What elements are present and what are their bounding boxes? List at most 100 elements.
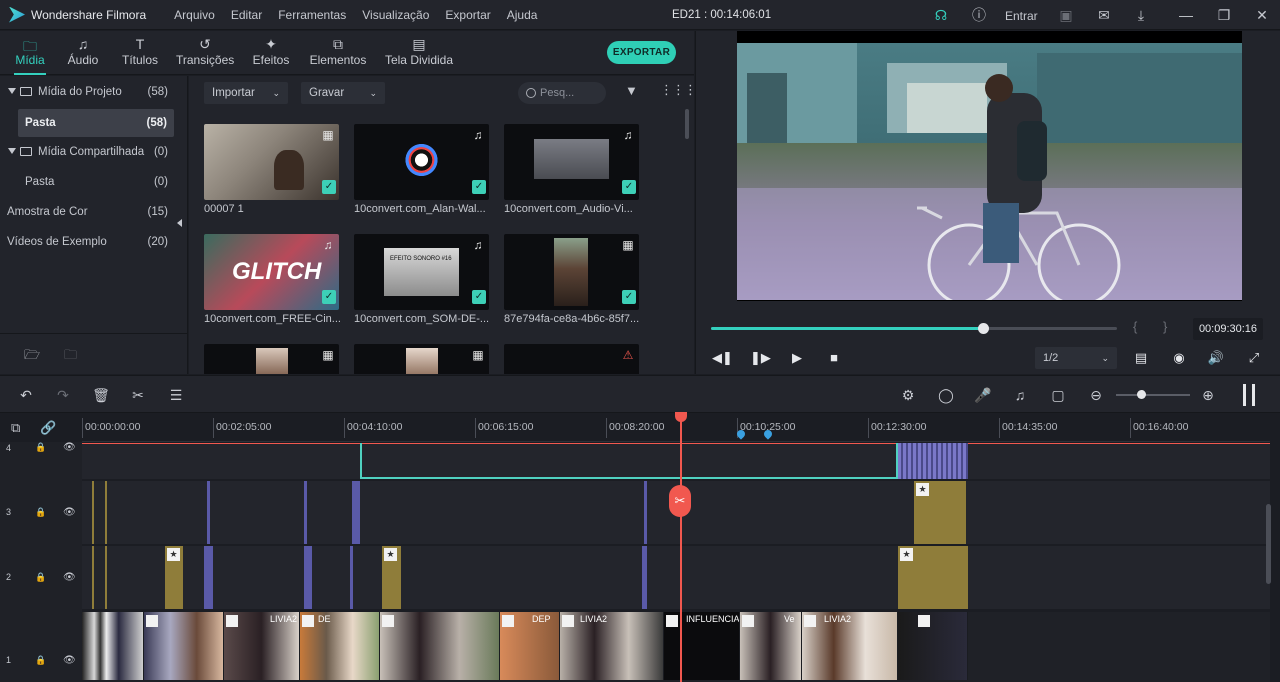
video-clip[interactable] xyxy=(144,612,224,680)
menu-exportar[interactable]: Exportar xyxy=(445,8,490,22)
audio-clip[interactable] xyxy=(92,546,94,609)
effect-clip[interactable] xyxy=(204,546,213,609)
video-preview[interactable] xyxy=(737,31,1242,301)
volume-icon[interactable]: 🔊 xyxy=(1207,349,1225,367)
media-thumb-7[interactable]: ▦ xyxy=(204,344,339,374)
download-icon[interactable]: ⤓ xyxy=(1133,7,1149,23)
selected-clip[interactable] xyxy=(360,443,898,479)
zoom-out-icon[interactable]: ⊖ xyxy=(1087,386,1105,404)
microphone-icon[interactable]: 🎤 xyxy=(974,386,992,404)
pause-panel-icon[interactable] xyxy=(1243,384,1255,406)
media-thumb-8[interactable]: ▦ xyxy=(354,344,489,374)
video-clip[interactable] xyxy=(82,612,144,680)
video-clip[interactable] xyxy=(898,612,968,680)
video-clip[interactable]: LIVIA2 xyxy=(224,612,300,680)
collapse-panel-icon[interactable] xyxy=(177,219,182,227)
export-button[interactable]: EXPORTAR xyxy=(607,41,676,64)
mark-out-bracket[interactable]: } xyxy=(1163,319,1167,334)
video-clip[interactable] xyxy=(380,612,500,680)
scissor-icon[interactable]: ✂ xyxy=(669,485,691,517)
media-thumb-2[interactable]: ♫ ✓ xyxy=(354,124,489,200)
mark-in-bracket[interactable]: { xyxy=(1133,319,1137,334)
headset-icon[interactable]: ☊ xyxy=(933,7,949,23)
cut-icon[interactable]: ✂ xyxy=(129,386,147,404)
tab-audio[interactable]: ♫ Áudio xyxy=(64,31,102,75)
sticker-clip[interactable]: ★ xyxy=(165,546,183,609)
import-dropdown[interactable]: Importar ⌄ xyxy=(204,82,288,104)
tab-transicoes[interactable]: ↺ Transições xyxy=(176,31,234,75)
effect-clip[interactable] xyxy=(207,481,210,544)
lock-icon[interactable]: 🔒 xyxy=(35,507,46,518)
progress-handle[interactable] xyxy=(978,323,990,334)
video-clip[interactable]: LIVIA2 xyxy=(802,612,898,680)
tab-midia[interactable]: 🗀 Mídia xyxy=(12,31,48,75)
new-folder-icon[interactable]: 🗁 xyxy=(24,346,40,368)
menu-ajuda[interactable]: Ajuda xyxy=(507,8,538,22)
title-clip[interactable] xyxy=(898,443,968,479)
play-icon[interactable]: ▶ xyxy=(788,349,806,367)
effect-clip[interactable] xyxy=(304,546,312,609)
zoom-in-icon[interactable]: ⊕ xyxy=(1199,386,1217,404)
eye-icon[interactable]: 👁 xyxy=(63,572,76,583)
step-forward-icon[interactable]: ❚▶ xyxy=(750,349,771,367)
track-2[interactable]: ★ ★ ★ xyxy=(82,546,1270,609)
library-item-pasta[interactable]: Pasta (0) xyxy=(0,168,180,196)
zoom-handle[interactable] xyxy=(1137,390,1146,399)
stop-icon[interactable]: ■ xyxy=(825,349,843,367)
fullscreen-icon[interactable]: ⤢ xyxy=(1245,349,1263,367)
video-clip[interactable]: DE xyxy=(300,612,380,680)
effect-clip[interactable] xyxy=(350,546,353,609)
timeline-scrollbar[interactable] xyxy=(1266,504,1271,584)
library-item-project-media[interactable]: Mídia do Projeto (58) xyxy=(0,78,180,106)
maximize-icon[interactable]: ❐ xyxy=(1216,7,1232,23)
media-thumb-5[interactable]: EFEITO SONORO #16 ♫ ✓ xyxy=(354,234,489,310)
lock-icon[interactable]: 🔒 xyxy=(35,442,46,453)
effect-clip[interactable] xyxy=(642,546,647,609)
menu-editar[interactable]: Editar xyxy=(231,8,262,22)
add-track-icon[interactable]: ⧉ xyxy=(11,420,20,436)
render-icon[interactable]: ⚙ xyxy=(899,386,917,404)
mail-icon[interactable]: ✉ xyxy=(1096,7,1112,23)
audio-clip[interactable] xyxy=(92,481,94,544)
search-input[interactable]: Pesq... xyxy=(518,82,606,104)
record-dropdown[interactable]: Gravar ⌄ xyxy=(301,82,385,104)
sticker-clip[interactable]: ★ xyxy=(914,481,966,544)
caret-down-icon[interactable] xyxy=(8,148,16,154)
media-thumb-3[interactable]: ♫ ✓ xyxy=(504,124,639,200)
video-clip[interactable]: Ve xyxy=(740,612,802,680)
sticker-clip[interactable]: ★ xyxy=(898,546,968,609)
filter-icon[interactable]: ▼ xyxy=(625,83,638,98)
video-clip[interactable]: LIVIA2 xyxy=(560,612,664,680)
tab-tela-dividida[interactable]: ▤ Tela Dividida xyxy=(384,31,454,75)
caret-down-icon[interactable] xyxy=(8,88,16,94)
lock-icon[interactable]: 🔒 xyxy=(35,572,46,583)
media-thumb-9[interactable]: ⚠ xyxy=(504,344,639,374)
effect-clip[interactable] xyxy=(644,481,647,544)
playback-progress[interactable] xyxy=(711,323,1117,334)
effect-clip[interactable] xyxy=(304,481,307,544)
delete-icon[interactable]: 🗑 xyxy=(92,386,110,404)
redo-icon[interactable]: ↷ xyxy=(54,386,72,404)
menu-visualizacao[interactable]: Visualização xyxy=(362,8,429,22)
audio-clip[interactable] xyxy=(105,546,107,609)
video-clip[interactable]: INFLUENCIA xyxy=(664,612,740,680)
menu-ferramentas[interactable]: Ferramentas xyxy=(278,8,346,22)
marker-icon[interactable]: ◯ xyxy=(937,386,955,404)
undo-icon[interactable]: ↶ xyxy=(17,386,35,404)
playhead[interactable] xyxy=(680,414,682,682)
track-4[interactable] xyxy=(82,443,1270,479)
library-item-shared-media[interactable]: Mídia Compartilhada (0) xyxy=(0,138,180,166)
preview-ratio-dropdown[interactable]: 1/2 ⌄ xyxy=(1035,347,1117,369)
sticker-clip[interactable]: ★ xyxy=(382,546,401,609)
info-icon[interactable]: ⓘ xyxy=(971,7,987,23)
grid-scrollbar[interactable] xyxy=(685,109,689,139)
audio-clip[interactable] xyxy=(105,481,107,544)
library-item-pasta-selected[interactable]: Pasta (58) xyxy=(18,109,174,137)
tab-efeitos[interactable]: ✦ Efeitos xyxy=(250,31,292,75)
monitor-icon[interactable]: ▤ xyxy=(1132,349,1150,367)
lock-icon[interactable]: 🔒 xyxy=(35,655,46,666)
media-thumb-4[interactable]: GLITCH ♫ ✓ xyxy=(204,234,339,310)
zoom-slider[interactable] xyxy=(1116,394,1190,396)
video-clip[interactable]: DEP xyxy=(500,612,560,680)
close-icon[interactable]: ✕ xyxy=(1254,7,1270,23)
